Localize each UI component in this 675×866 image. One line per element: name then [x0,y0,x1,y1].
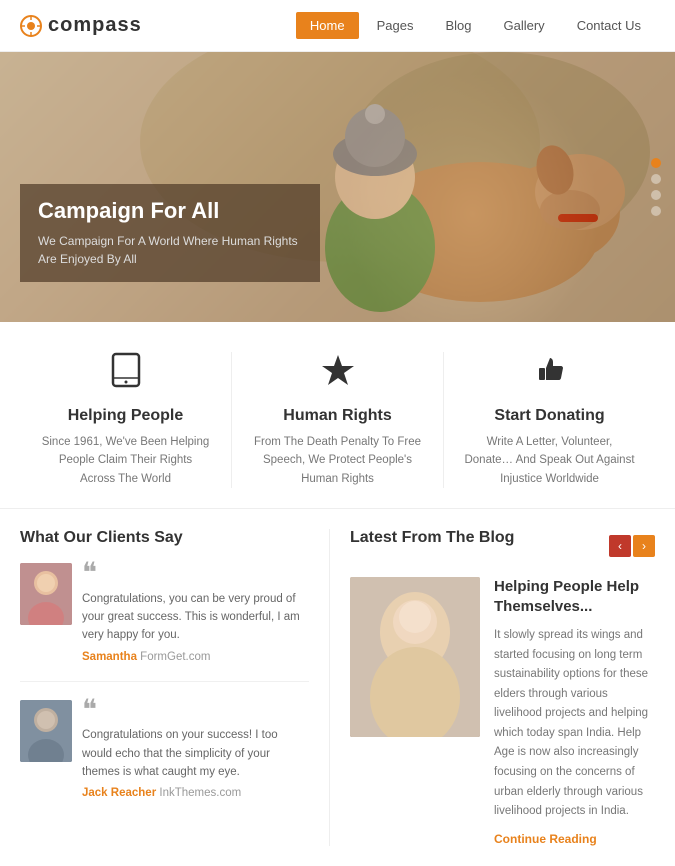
testimonials-title: What Our Clients Say [20,529,309,547]
hero-caption: Campaign For All We Campaign For A World… [20,184,320,282]
features-section: Helping People Since 1961, We've Been He… [0,322,675,509]
feature-human-rights: Human Rights From The Death Penalty To F… [232,352,444,488]
star-icon [252,352,423,397]
feature-title-2: Human Rights [252,407,423,425]
feature-desc-1: Since 1961, We've Been Helping People Cl… [40,433,211,488]
feature-desc-3: Write A Letter, Volunteer, Donate… And S… [464,433,635,488]
hero-dots [651,158,661,216]
blog-next-button[interactable]: › [633,535,655,557]
nav-gallery[interactable]: Gallery [490,12,559,39]
hero-section: Campaign For All We Campaign For A World… [0,52,675,322]
feature-helping-people: Helping People Since 1961, We've Been He… [20,352,232,488]
nav-home[interactable]: Home [296,12,359,39]
testimonial-2: ❝ Congratulations on your success! I too… [20,700,309,818]
author-name-1: Samantha [82,651,137,663]
hero-dot-2[interactable] [651,174,661,184]
hero-dot-4[interactable] [651,206,661,216]
blog-post-title: Helping People Help Themselves... [494,577,655,616]
nav-contact[interactable]: Contact Us [563,12,655,39]
author-site-2b: InkThemes.com [159,787,241,799]
blog-panel: Latest From The Blog ‹ › Helping People … [350,529,655,845]
blog-post-image [350,577,480,737]
feature-desc-2: From The Death Penalty To Free Speech, W… [252,433,423,488]
hero-title: Campaign For All [38,198,302,224]
testimonial-2-author: Jack Reacher InkThemes.com [82,787,309,799]
hero-background: Campaign For All We Campaign For A World… [0,52,675,322]
blog-post: Helping People Help Themselves... It slo… [350,577,655,845]
author-site-1b: FormGet.com [140,651,210,663]
main-nav: Home Pages Blog Gallery Contact Us [296,12,655,39]
blog-prev-button[interactable]: ‹ [609,535,631,557]
blog-read-more[interactable]: Continue Reading [494,832,655,846]
tablet-icon [40,352,211,397]
blog-navigation: ‹ › [609,535,655,557]
testimonial-1: ❝ Congratulations, you can be very proud… [20,563,309,682]
logo-text: compass [48,14,142,37]
hero-dot-3[interactable] [651,190,661,200]
testimonial-1-content: ❝ Congratulations, you can be very proud… [82,563,309,663]
quote-mark-2: ❝ [82,700,309,722]
hero-subtitle: We Campaign For A World Where Human Righ… [38,232,302,268]
testimonial-2-text: Congratulations on your success! I too w… [82,726,309,781]
lower-section: What Our Clients Say ❝ Congratulations, … [0,509,675,865]
hero-dot-1[interactable] [651,158,661,168]
testimonial-1-author: Samantha FormGet.com [82,651,309,663]
thumbs-up-icon [464,352,635,397]
avatar-samantha [20,563,72,625]
nav-pages[interactable]: Pages [363,12,428,39]
logo-icon [20,15,42,37]
author-name-2: Jack Reacher [82,787,156,799]
blog-post-content: Helping People Help Themselves... It slo… [494,577,655,845]
testimonials-panel: What Our Clients Say ❝ Congratulations, … [20,529,330,845]
quote-mark-1: ❝ [82,563,309,585]
logo: compass [20,14,142,37]
blog-section-title: Latest From The Blog [350,529,514,547]
nav-blog[interactable]: Blog [431,12,485,39]
header: compass Home Pages Blog Gallery Contact … [0,0,675,52]
testimonial-1-text: Congratulations, you can be very proud o… [82,590,309,645]
blog-header: Latest From The Blog ‹ › [350,529,655,563]
blog-post-text: It slowly spread its wings and started f… [494,626,655,821]
feature-title-3: Start Donating [464,407,635,425]
feature-start-donating: Start Donating Write A Letter, Volunteer… [444,352,655,488]
feature-title-1: Helping People [40,407,211,425]
avatar-jack [20,700,72,762]
